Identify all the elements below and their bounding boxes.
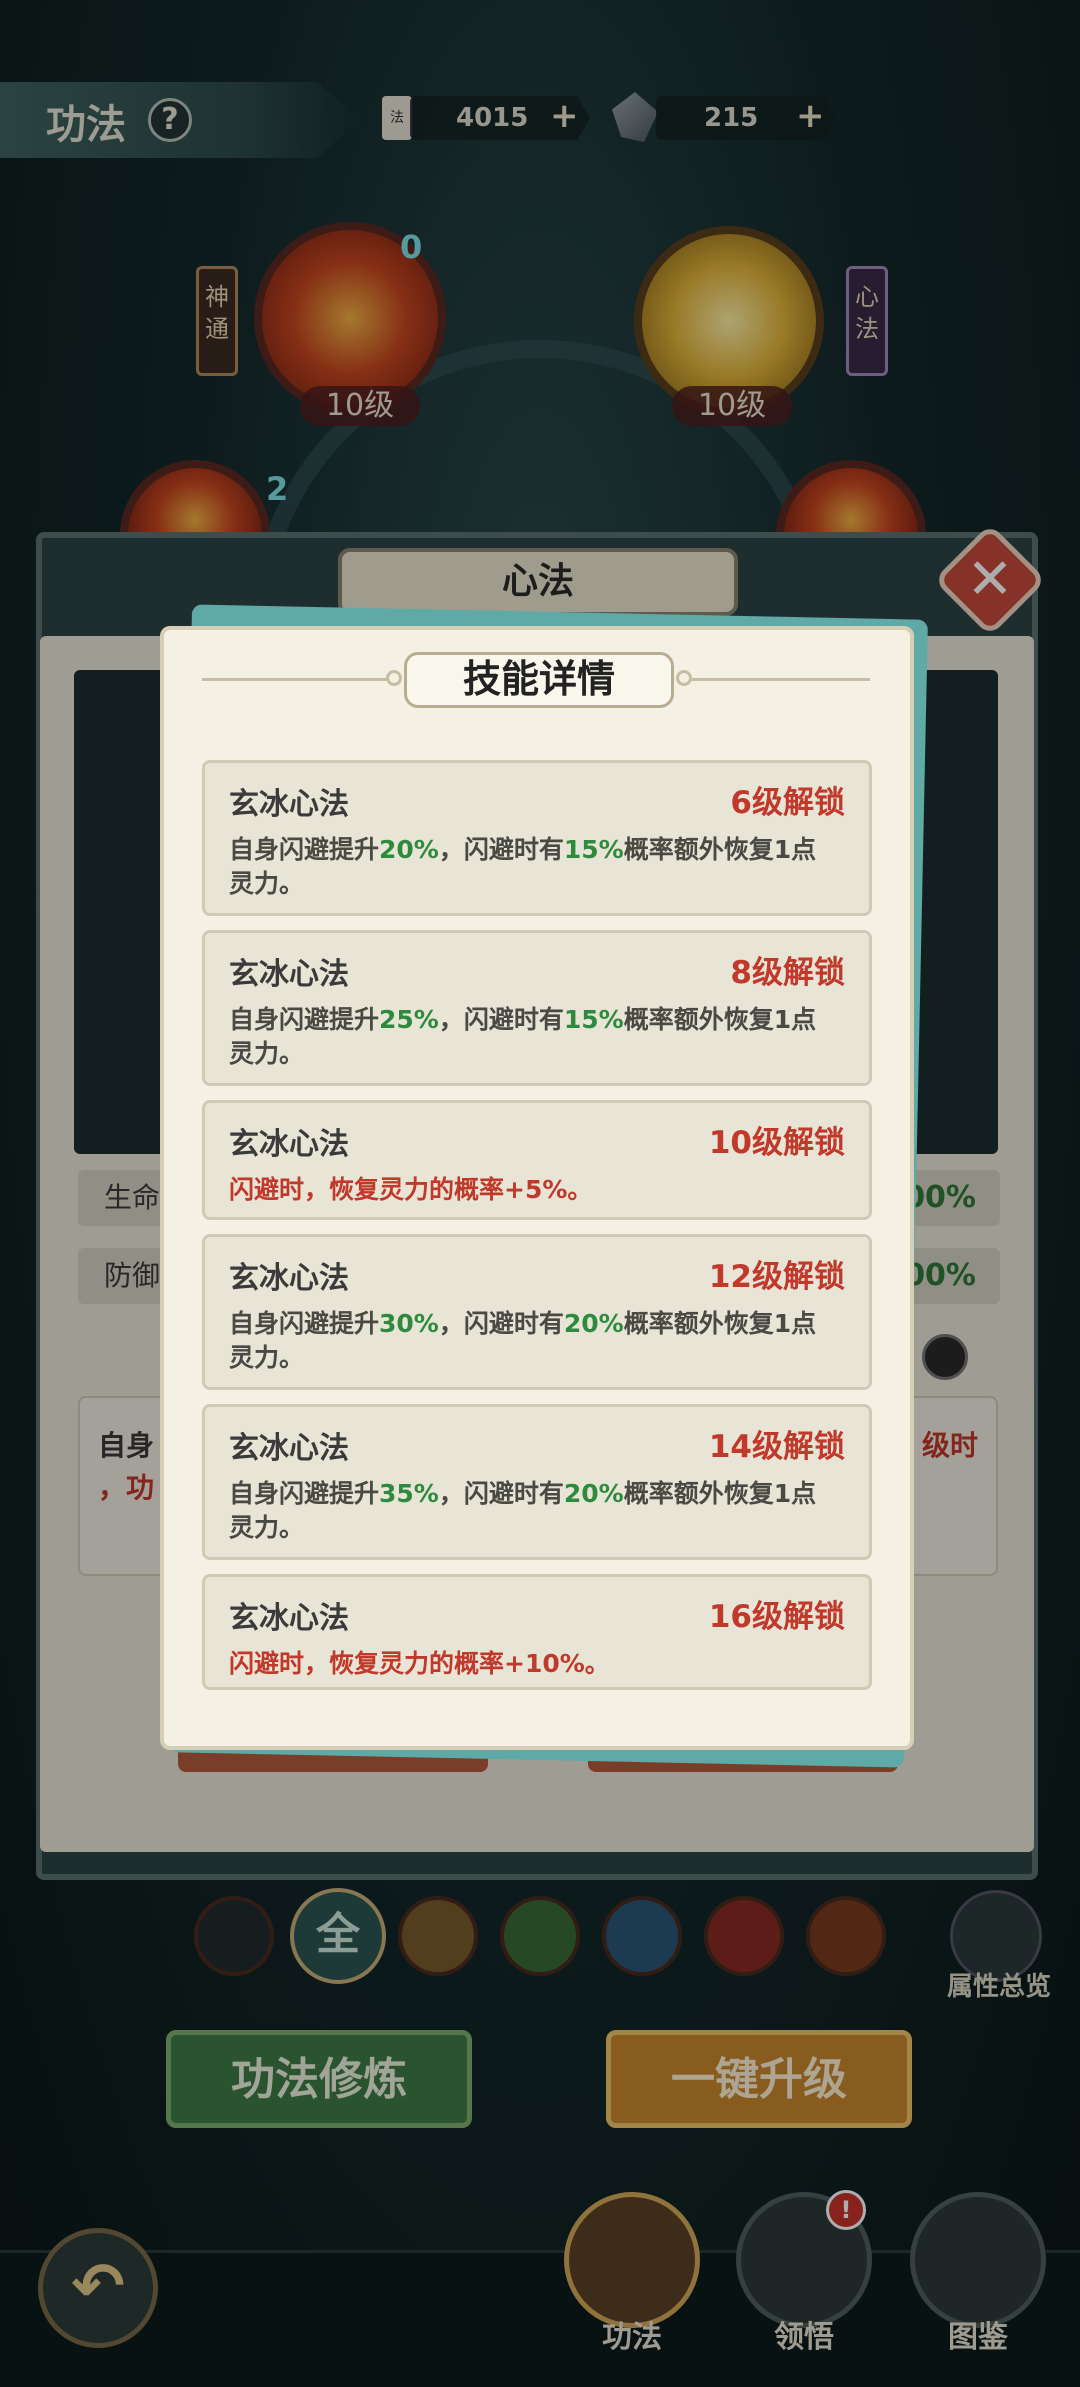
skill-unlock-level: 8级解锁: [730, 955, 845, 991]
skill-unlock-level: 10级解锁: [708, 1125, 845, 1161]
modal-title: 技能详情: [404, 652, 674, 708]
skill-card: 玄冰心法 10级解锁 闪避时，恢复灵力的概率+5%。: [202, 1100, 872, 1220]
skill-description: 自身闪避提升20%，闪避时有15%概率额外恢复1点灵力。: [229, 835, 817, 898]
skill-unlock-level: 12级解锁: [708, 1259, 845, 1295]
modal-header-dot-right: [676, 670, 692, 686]
skill-card: 玄冰心法 12级解锁 自身闪避提升30%，闪避时有20%概率额外恢复1点灵力。: [202, 1234, 872, 1390]
skill-description: 自身闪避提升35%，闪避时有20%概率额外恢复1点灵力。: [229, 1479, 817, 1542]
skill-card: 玄冰心法 14级解锁 自身闪避提升35%，闪避时有20%概率额外恢复1点灵力。: [202, 1404, 872, 1560]
skill-name: 玄冰心法: [229, 1601, 349, 1636]
modal-header-dot-left: [386, 670, 402, 686]
skill-description: 闪避时，恢复灵力的概率+10%。: [229, 1649, 610, 1678]
skill-card: 玄冰心法 6级解锁 自身闪避提升20%，闪避时有15%概率额外恢复1点灵力。: [202, 760, 872, 916]
modal-header-line-left: [202, 678, 392, 681]
skill-card: 玄冰心法 16级解锁 闪避时，恢复灵力的概率+10%。: [202, 1574, 872, 1690]
skill-unlock-level: 6级解锁: [730, 785, 845, 821]
skill-name: 玄冰心法: [229, 787, 349, 822]
skill-name: 玄冰心法: [229, 1431, 349, 1466]
skill-description: 自身闪避提升30%，闪避时有20%概率额外恢复1点灵力。: [229, 1309, 817, 1372]
skill-unlock-level: 16级解锁: [708, 1599, 845, 1635]
skill-name: 玄冰心法: [229, 1127, 349, 1162]
skill-name: 玄冰心法: [229, 1261, 349, 1296]
skill-description: 闪避时，恢复灵力的概率+5%。: [229, 1175, 593, 1204]
skill-unlock-level: 14级解锁: [708, 1429, 845, 1465]
skill-card: 玄冰心法 8级解锁 自身闪避提升25%，闪避时有15%概率额外恢复1点灵力。: [202, 930, 872, 1086]
skill-description: 自身闪避提升25%，闪避时有15%概率额外恢复1点灵力。: [229, 1005, 817, 1068]
modal-header-line-right: [690, 678, 870, 681]
skill-name: 玄冰心法: [229, 957, 349, 992]
